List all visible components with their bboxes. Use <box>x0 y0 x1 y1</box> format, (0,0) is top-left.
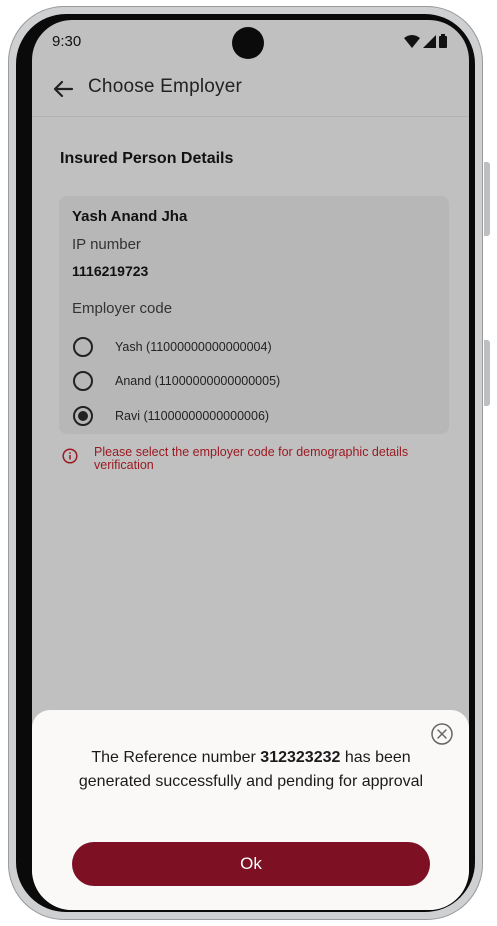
reference-number: 312323232 <box>260 749 341 766</box>
employer-option-label: Ravi (11000000000000006) <box>115 409 270 423</box>
back-arrow-icon[interactable] <box>50 76 76 102</box>
status-icons <box>404 34 447 48</box>
battery-icon <box>439 34 447 48</box>
status-time: 9:30 <box>52 33 82 50</box>
employer-option-yash[interactable]: Yash (11000000000000004) <box>73 334 272 360</box>
error-text: Please select the employer code for demo… <box>94 445 409 472</box>
close-circle-icon[interactable] <box>430 722 454 746</box>
employer-option-anand[interactable]: Anand (11000000000000005) <box>73 368 280 394</box>
ip-number-label: IP number <box>72 236 141 253</box>
radio-button[interactable] <box>73 337 93 357</box>
status-bar: 9:30 <box>32 20 469 64</box>
employer-option-label: Anand (11000000000000005) <box>115 374 281 388</box>
insured-person-card: Yash Anand Jha IP number 1116219723 Empl… <box>59 196 449 434</box>
side-button-upper <box>484 162 490 236</box>
employer-option-ravi[interactable]: Ravi (11000000000000006) <box>73 403 269 429</box>
employer-option-label: Yash (11000000000000004) <box>115 340 272 354</box>
insured-person-name: Yash Anand Jha <box>72 208 188 225</box>
camera-cutout <box>232 27 264 59</box>
section-title: Insured Person Details <box>60 150 234 167</box>
radio-button-selected[interactable] <box>73 406 93 426</box>
ip-number-value: 1116219723 <box>72 263 149 279</box>
app-bar: Choose Employer <box>32 64 469 116</box>
side-button-lower <box>484 340 490 406</box>
app-bar-divider <box>32 116 469 117</box>
screen: 9:30 Choose Employer Insured Person Deta… <box>32 20 469 910</box>
error-info-icon <box>62 448 78 464</box>
employer-code-label: Employer code <box>72 300 173 317</box>
page-title: Choose Employer <box>88 76 243 97</box>
signal-icon <box>423 34 436 48</box>
ok-button[interactable]: Ok <box>72 842 430 886</box>
success-message: The Reference number 312323232 has been … <box>66 746 436 794</box>
wifi-icon <box>404 34 420 48</box>
message-text-before: The Reference number <box>91 749 261 766</box>
success-bottom-sheet: The Reference number 312323232 has been … <box>32 710 469 910</box>
radio-button[interactable] <box>73 371 93 391</box>
